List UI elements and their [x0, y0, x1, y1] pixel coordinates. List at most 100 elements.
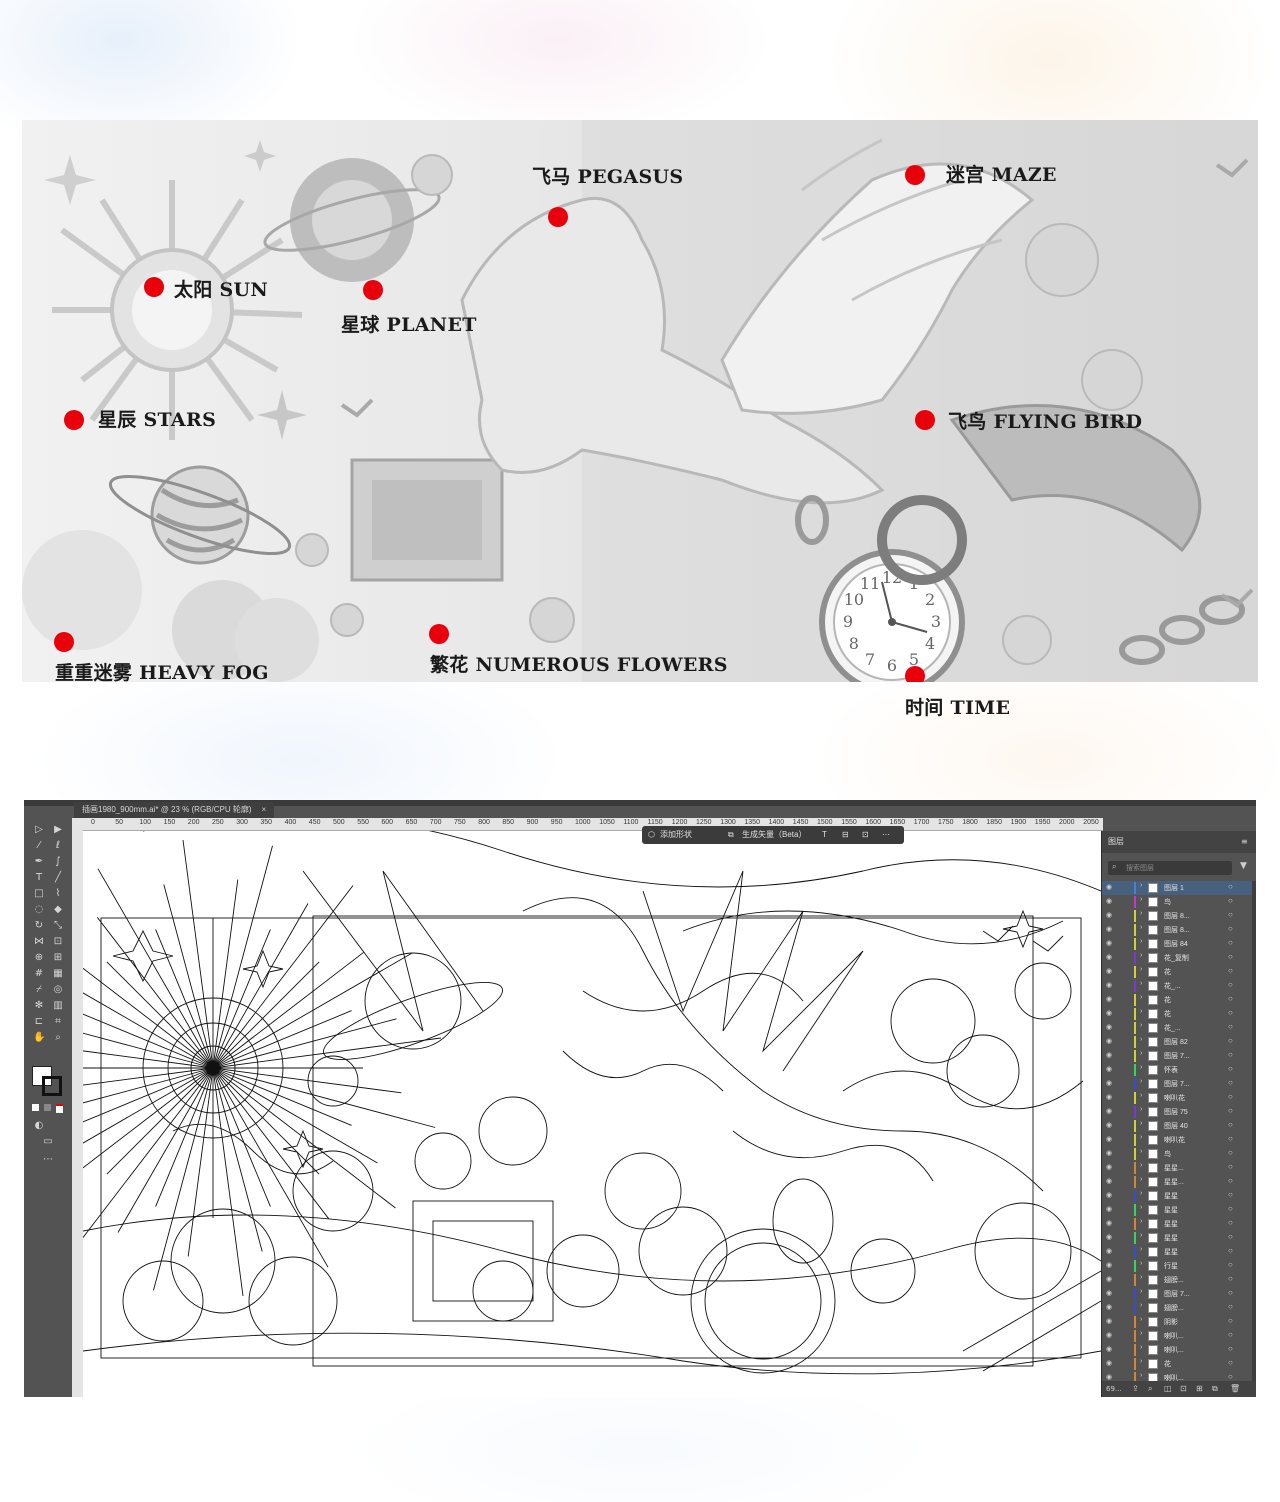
close-icon[interactable]: × [262, 805, 267, 814]
visibility-eye-icon[interactable]: ◉ [1106, 1121, 1115, 1130]
visibility-eye-icon[interactable]: ◉ [1106, 1359, 1115, 1368]
shape-builder-tool-icon[interactable]: ⊕ [33, 952, 45, 964]
type-icon[interactable]: T [822, 826, 827, 844]
slice-tool-icon[interactable]: ⌗ [52, 1016, 64, 1028]
layer-row[interactable]: ◉ › 行星 ○ [1102, 1259, 1252, 1273]
gradient-mode-icon[interactable] [44, 1104, 51, 1111]
layer-row[interactable]: ◉ › 怀表 ○ [1102, 1063, 1252, 1077]
stroke-swatch[interactable] [42, 1076, 62, 1096]
target-circle-icon[interactable]: ○ [1228, 1176, 1233, 1185]
hand-tool-icon[interactable]: ✋ [33, 1032, 45, 1044]
visibility-eye-icon[interactable]: ◉ [1106, 1219, 1115, 1228]
expand-chevron-icon[interactable]: › [1140, 1302, 1142, 1309]
layer-row[interactable]: ◉ › 花_复制 ○ [1102, 951, 1252, 965]
target-circle-icon[interactable]: ○ [1228, 1064, 1233, 1073]
target-circle-icon[interactable]: ○ [1228, 1358, 1233, 1367]
color-mode-icon[interactable] [32, 1104, 39, 1111]
expand-chevron-icon[interactable]: › [1140, 910, 1142, 917]
layers-panel-title[interactable]: 图层 [1102, 831, 1256, 853]
free-transform-tool-icon[interactable]: ⊡ [52, 936, 64, 948]
target-circle-icon[interactable]: ○ [1228, 1204, 1233, 1213]
expand-chevron-icon[interactable]: › [1140, 1050, 1142, 1057]
target-circle-icon[interactable]: ○ [1228, 994, 1233, 1003]
expand-chevron-icon[interactable]: › [1140, 1190, 1142, 1197]
shape-icon[interactable]: ⬡ [648, 826, 655, 844]
artboard-canvas[interactable] [83, 831, 1101, 1397]
visibility-eye-icon[interactable]: ◉ [1106, 1079, 1115, 1088]
target-circle-icon[interactable]: ○ [1228, 1022, 1233, 1031]
layers-scrollbar[interactable] [1252, 881, 1256, 1381]
visibility-eye-icon[interactable]: ◉ [1106, 883, 1115, 892]
add-shape-button[interactable]: 添加形状 [660, 826, 692, 844]
target-circle-icon[interactable]: ○ [1228, 1148, 1233, 1157]
layer-row[interactable]: ◉ › 图层 8... ○ [1102, 923, 1252, 937]
layer-row[interactable]: ◉ › 星星 ○ [1102, 1231, 1252, 1245]
layer-row[interactable]: ◉ › 星星... ○ [1102, 1175, 1252, 1189]
layer-row[interactable]: ◉ › 图层 1 ○ [1102, 881, 1252, 895]
layer-row[interactable]: ◉ › 花_... ○ [1102, 1021, 1252, 1035]
target-circle-icon[interactable]: ○ [1228, 1162, 1233, 1171]
expand-chevron-icon[interactable]: › [1140, 1232, 1142, 1239]
none-mode-icon[interactable] [56, 1104, 63, 1113]
visibility-eye-icon[interactable]: ◉ [1106, 1261, 1115, 1270]
layer-row[interactable]: ◉ › 图层 7... ○ [1102, 1077, 1252, 1091]
target-circle-icon[interactable]: ○ [1228, 1120, 1233, 1129]
target-circle-icon[interactable]: ○ [1228, 1218, 1233, 1227]
filter-icon[interactable]: ▼ [1240, 861, 1247, 871]
target-circle-icon[interactable]: ○ [1228, 1078, 1233, 1087]
layer-row[interactable]: ◉ › 星星... ○ [1102, 1161, 1252, 1175]
visibility-eye-icon[interactable]: ◉ [1106, 1345, 1115, 1354]
visibility-eye-icon[interactable]: ◉ [1106, 1065, 1115, 1074]
visibility-eye-icon[interactable]: ◉ [1106, 925, 1115, 934]
target-circle-icon[interactable]: ○ [1228, 952, 1233, 961]
pin-icon[interactable]: ⊡ [862, 826, 869, 844]
visibility-eye-icon[interactable]: ◉ [1106, 967, 1115, 976]
expand-chevron-icon[interactable]: › [1140, 966, 1142, 973]
mesh-tool-icon[interactable]: # [33, 968, 45, 980]
layer-row[interactable]: ◉ › 图层 75 ○ [1102, 1105, 1252, 1119]
line-tool-icon[interactable]: ╱ [52, 872, 64, 884]
direct-selection-tool-icon[interactable]: ▶ [52, 824, 64, 836]
panel-menu-icon[interactable]: ≡ [1241, 837, 1248, 846]
visibility-eye-icon[interactable]: ◉ [1106, 1051, 1115, 1060]
target-circle-icon[interactable]: ○ [1228, 1302, 1233, 1311]
transform-icon[interactable]: ⊟ [842, 826, 849, 844]
expand-chevron-icon[interactable]: › [1140, 1106, 1142, 1113]
target-circle-icon[interactable]: ○ [1228, 1134, 1233, 1143]
scale-tool-icon[interactable]: ⤡ [52, 920, 64, 932]
visibility-eye-icon[interactable]: ◉ [1106, 981, 1115, 990]
expand-chevron-icon[interactable]: › [1140, 1092, 1142, 1099]
visibility-eye-icon[interactable]: ◉ [1106, 1135, 1115, 1144]
layer-row[interactable]: ◉ › 翅膀... ○ [1102, 1273, 1252, 1287]
visibility-eye-icon[interactable]: ◉ [1106, 1331, 1115, 1340]
export-icon[interactable]: ⇪ [1132, 1381, 1139, 1397]
visibility-eye-icon[interactable]: ◉ [1106, 1037, 1115, 1046]
locate-object-icon[interactable]: ⌕ [1148, 1381, 1152, 1397]
target-circle-icon[interactable]: ○ [1228, 882, 1233, 891]
visibility-eye-icon[interactable]: ◉ [1106, 897, 1115, 906]
expand-chevron-icon[interactable]: › [1140, 1218, 1142, 1225]
expand-chevron-icon[interactable]: › [1140, 1022, 1142, 1029]
target-circle-icon[interactable]: ○ [1228, 1260, 1233, 1269]
expand-chevron-icon[interactable]: › [1140, 1176, 1142, 1183]
visibility-eye-icon[interactable]: ◉ [1106, 1093, 1115, 1102]
target-circle-icon[interactable]: ○ [1228, 896, 1233, 905]
magic-wand-tool-icon[interactable]: ⁄ [33, 840, 45, 852]
target-circle-icon[interactable]: ○ [1228, 1372, 1233, 1381]
target-circle-icon[interactable]: ○ [1228, 924, 1233, 933]
layers-search-input[interactable]: 搜索图层 [1108, 861, 1232, 875]
layer-row[interactable]: ◉ › 花 ○ [1102, 1007, 1252, 1021]
expand-chevron-icon[interactable]: › [1140, 1078, 1142, 1085]
layer-row[interactable]: ◉ › 花 ○ [1102, 993, 1252, 1007]
artboard-tool-icon[interactable]: ⊏ [33, 1016, 45, 1028]
layer-row[interactable]: ◉ › 喇叭花 ○ [1102, 1133, 1252, 1147]
selection-tool-icon[interactable]: ▷ [33, 824, 45, 836]
layer-row[interactable]: ◉ › 喇叭花 ○ [1102, 1091, 1252, 1105]
layer-row[interactable]: ◉ › 图层 40 ○ [1102, 1119, 1252, 1133]
expand-chevron-icon[interactable]: › [1140, 924, 1142, 931]
rotate-tool-icon[interactable]: ↻ [33, 920, 45, 932]
more-options-icon[interactable]: ⋯ [882, 826, 890, 844]
visibility-eye-icon[interactable]: ◉ [1106, 911, 1115, 920]
shaper-tool-icon[interactable]: ◌ [33, 904, 45, 916]
target-circle-icon[interactable]: ○ [1228, 1330, 1233, 1339]
